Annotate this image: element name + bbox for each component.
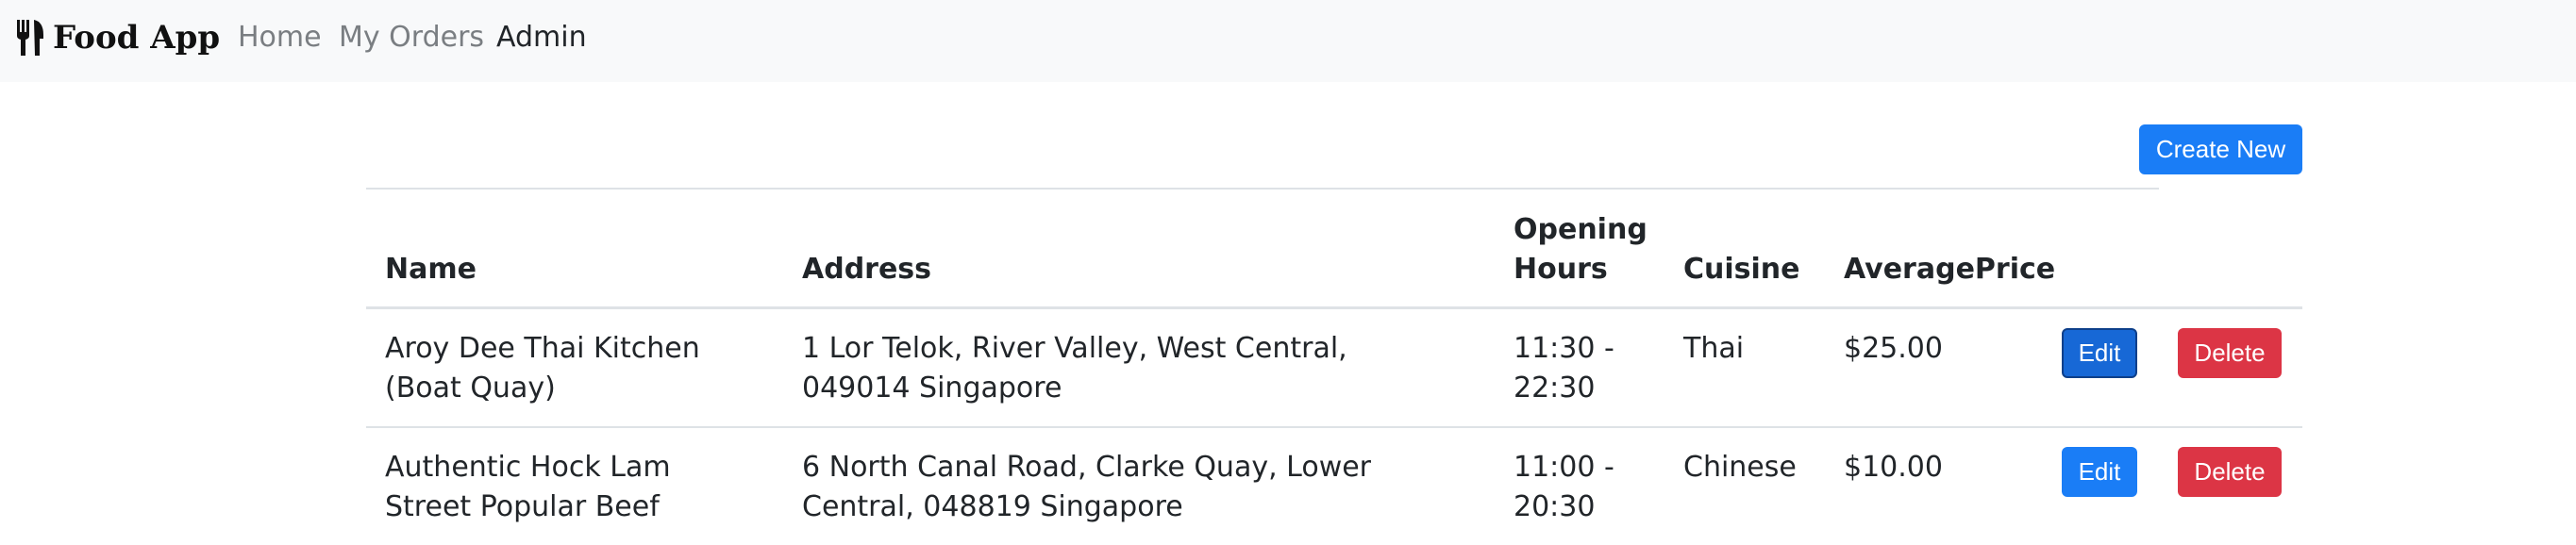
- table-header-divider: [366, 306, 2302, 309]
- row-hours: 11:30 - 22:30: [1514, 332, 1614, 405]
- row-cuisine: Thai: [1683, 332, 1745, 365]
- row-address: 6 North Canal Road, Clarke Quay, Lower C…: [802, 451, 1372, 523]
- row-name: Authentic Hock Lam Street Popular Beef: [385, 451, 671, 523]
- edit-button[interactable]: Edit: [2062, 447, 2137, 497]
- header-opening-hours: Opening Hours: [1514, 213, 1648, 286]
- utensils-icon: [17, 20, 43, 56]
- header-address: Address: [802, 253, 932, 286]
- row-price: $25.00: [1844, 332, 1943, 365]
- row-divider: [366, 426, 2302, 428]
- nav-admin[interactable]: Admin: [496, 19, 587, 57]
- header-name: Name: [385, 253, 477, 286]
- brand-text: Food App: [53, 19, 221, 57]
- row-address: 1 Lor Telok, River Valley, West Central,…: [802, 332, 1347, 405]
- delete-button[interactable]: Delete: [2178, 447, 2282, 497]
- header-cuisine: Cuisine: [1683, 253, 1800, 286]
- navbar: Food App Home My Orders Admin: [0, 0, 2576, 82]
- create-new-button[interactable]: Create New: [2139, 124, 2302, 174]
- row-cuisine: Chinese: [1683, 451, 1797, 484]
- row-name: Aroy Dee Thai Kitchen (Boat Quay): [385, 332, 700, 405]
- delete-button[interactable]: Delete: [2178, 328, 2282, 378]
- row-hours: 11:00 - 20:30: [1514, 451, 1614, 523]
- nav-my-orders[interactable]: My Orders: [339, 19, 484, 57]
- header-average-price: AveragePrice: [1844, 253, 2056, 286]
- row-price: $10.00: [1844, 451, 1943, 484]
- brand-link[interactable]: Food App: [15, 13, 220, 62]
- edit-button[interactable]: Edit: [2062, 328, 2137, 378]
- table-top-divider: [366, 188, 2159, 190]
- nav-home[interactable]: Home: [238, 19, 322, 57]
